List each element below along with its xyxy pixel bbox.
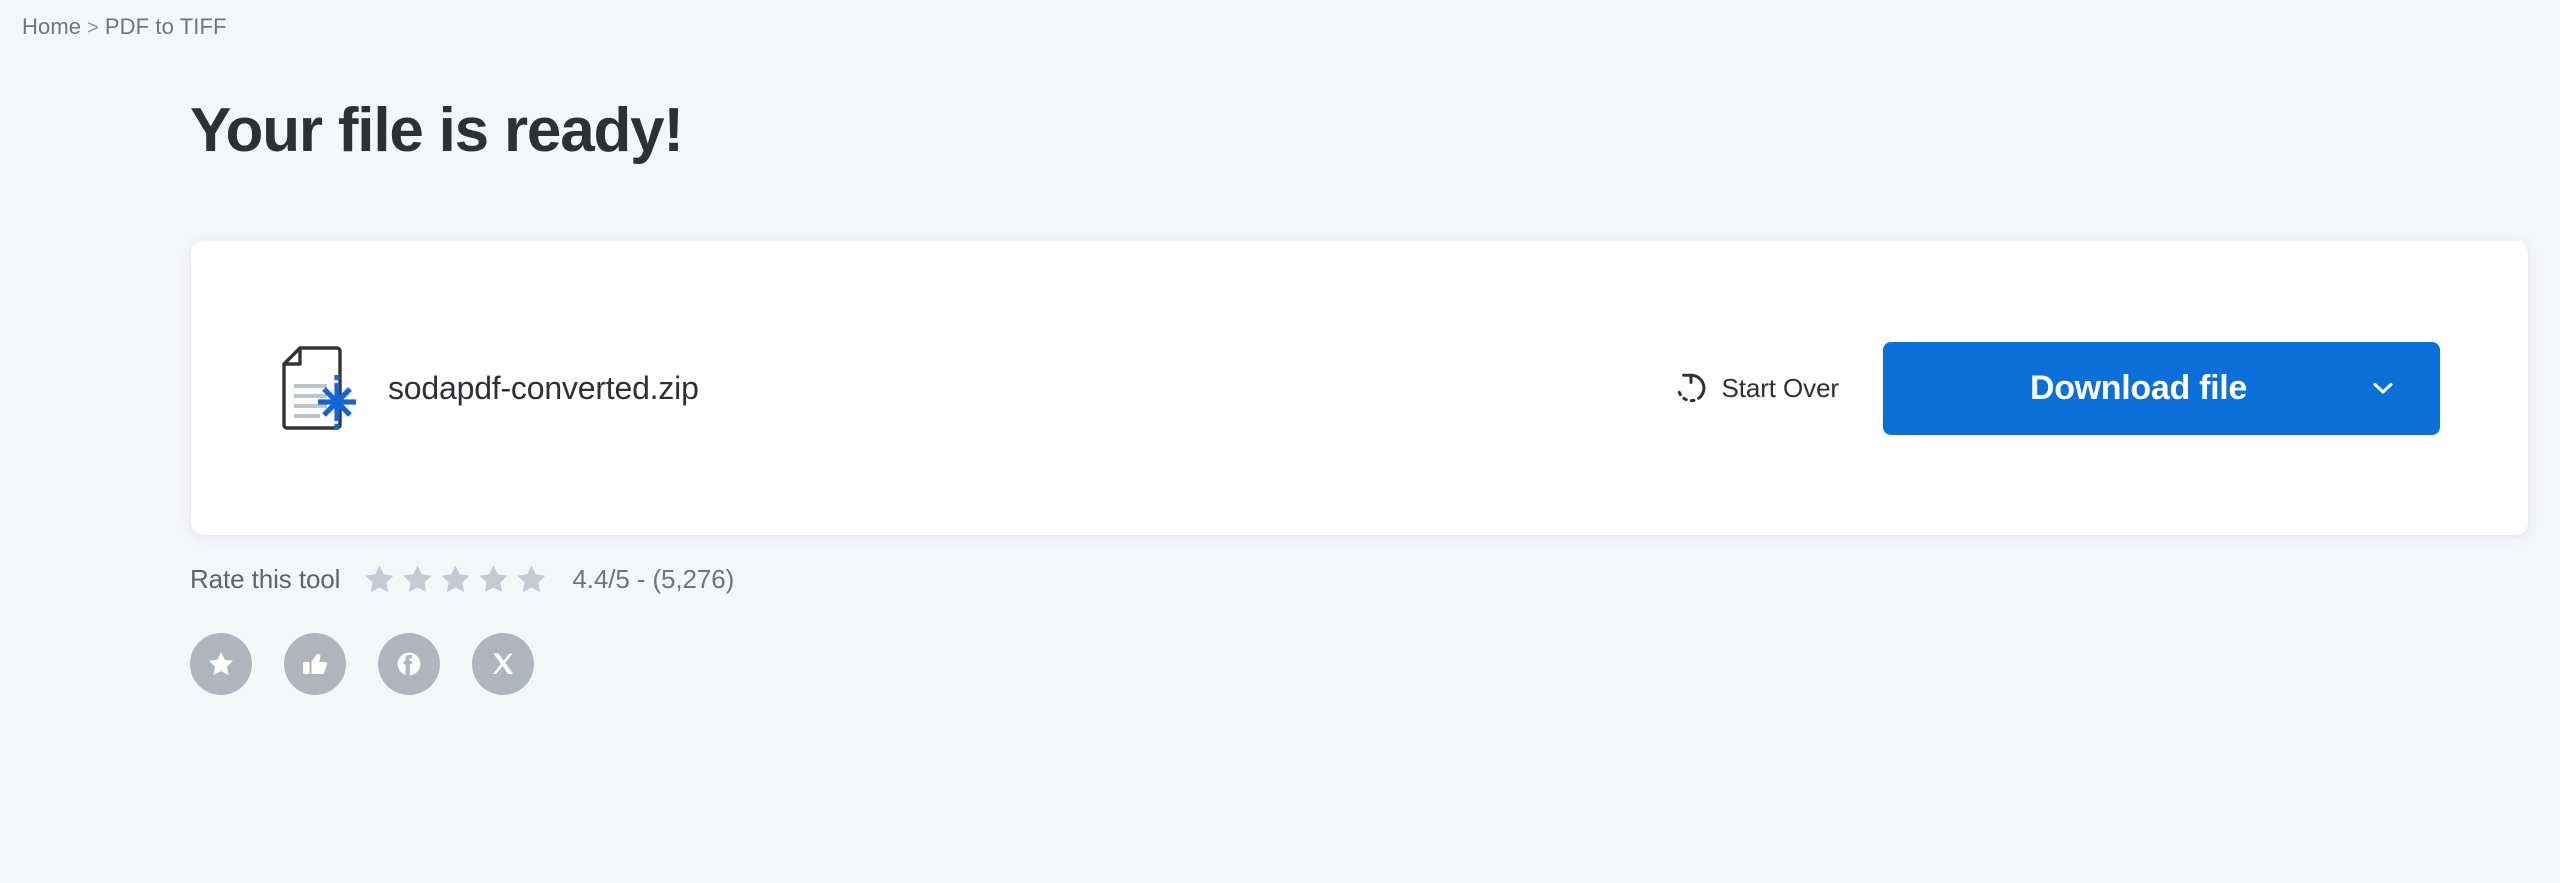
breadcrumb-separator: >	[87, 17, 99, 39]
social-share-row	[190, 633, 566, 695]
thumbs-up-icon	[303, 653, 328, 674]
start-over-label: Start Over	[1721, 373, 1840, 403]
breadcrumb: Home > PDF to TIFF	[22, 13, 227, 42]
star-icon[interactable]	[364, 564, 395, 594]
star-rating[interactable]	[364, 564, 554, 594]
breadcrumb-current: PDF to TIFF	[104, 14, 227, 39]
download-file-label: Download file	[2029, 369, 2248, 407]
facebook-icon	[397, 652, 421, 676]
breadcrumb-link-home[interactable]: Home	[22, 14, 81, 39]
file-name: sodapdf-converted.zip	[388, 370, 699, 406]
star-icon[interactable]	[440, 564, 471, 594]
start-over-button[interactable]: Start Over	[1669, 362, 1843, 414]
file-info: sodapdf-converted.zip	[280, 345, 699, 431]
file-ready-card: sodapdf-converted.zip Start Over Downloa…	[191, 241, 2528, 535]
rating-row: Rate this tool 4.4/5 - (5,276)	[190, 563, 734, 595]
rating-score: 4.4/5 - (5,276)	[572, 564, 735, 594]
star-icon	[209, 652, 233, 675]
rotate-left-icon	[1673, 370, 1709, 406]
rate-this-tool-label: Rate this tool	[190, 564, 341, 594]
star-icon[interactable]	[478, 564, 509, 594]
card-actions: Start Over Download file	[1669, 341, 2440, 435]
star-icon[interactable]	[516, 564, 547, 594]
page-title: Your file is ready!	[190, 96, 684, 165]
converted-file-icon	[280, 345, 360, 431]
thumbs-up-button[interactable]	[284, 633, 346, 695]
favorite-star-button[interactable]	[190, 633, 252, 695]
download-file-button[interactable]: Download file	[1883, 341, 2440, 435]
star-icon[interactable]	[402, 564, 433, 594]
x-twitter-icon	[493, 653, 514, 674]
facebook-share-button[interactable]	[378, 633, 440, 695]
x-share-button[interactable]	[472, 633, 534, 695]
